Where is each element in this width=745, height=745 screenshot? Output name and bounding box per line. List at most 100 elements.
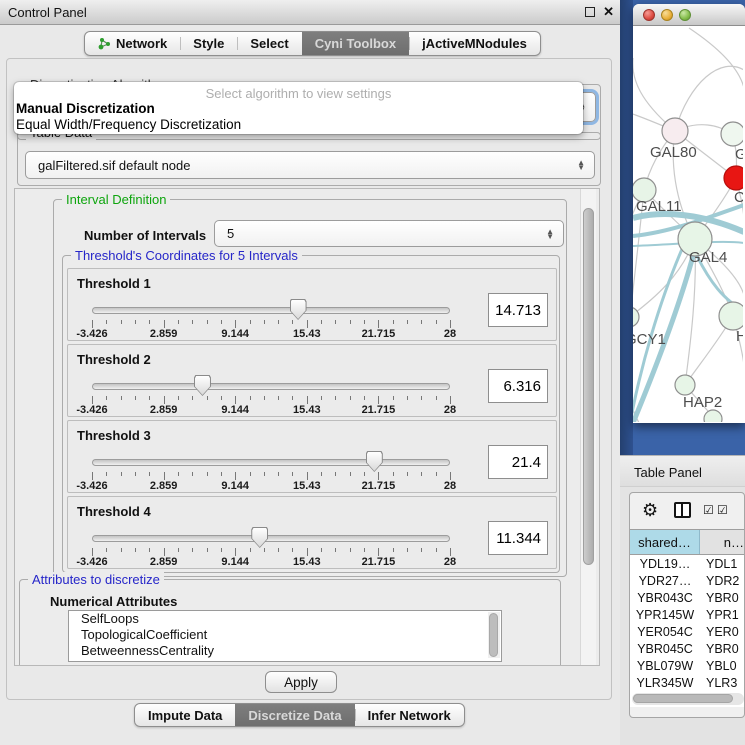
- tab-label: Network: [116, 36, 167, 51]
- tab-label: Select: [250, 36, 288, 51]
- network-node[interactable]: [721, 122, 743, 146]
- table-data-combobox[interactable]: galFiltered.sif default node ▲▼: [25, 151, 595, 179]
- table-cell: YDL19…: [630, 555, 700, 572]
- table-row[interactable]: YDR27… YDR2: [630, 572, 745, 589]
- network-icon: [98, 37, 111, 50]
- column-header-name[interactable]: n…: [700, 530, 745, 554]
- table-row[interactable]: YER054C YER0: [630, 623, 745, 640]
- slider-track[interactable]: [92, 459, 450, 466]
- table-cell: YPR145W: [630, 606, 700, 623]
- table-cell: YDR27…: [630, 572, 700, 589]
- tab-label: Style: [193, 36, 224, 51]
- slider-ticks: [92, 548, 450, 556]
- network-node[interactable]: [704, 410, 722, 422]
- tab-impute-data[interactable]: Impute Data: [135, 704, 235, 726]
- network-graph: GAL80 GA GAL11 C GAL4 GCY1 H HAP2: [633, 26, 743, 422]
- table-panel-area: ⚙ ☑ ☑ shared… n… YDL19… YDL1 YDR27… YDR2…: [620, 487, 745, 745]
- close-icon[interactable]: ✕: [603, 4, 614, 20]
- tab-network[interactable]: Network: [85, 32, 180, 55]
- stepper-arrows-icon: ▲▼: [577, 160, 585, 170]
- table-row[interactable]: YPR145W YPR1: [630, 606, 745, 623]
- gear-icon[interactable]: ⚙: [642, 500, 658, 521]
- slider-track[interactable]: [92, 383, 450, 390]
- table-row[interactable]: YBR043C YBR0: [630, 589, 745, 606]
- tab-label: Discretize Data: [248, 708, 341, 723]
- zoom-traffic-light[interactable]: [679, 9, 691, 21]
- tab-infer-network[interactable]: Infer Network: [355, 704, 464, 726]
- threshold-value-input[interactable]: 6.316: [488, 369, 548, 403]
- network-canvas[interactable]: GAL80 GA GAL11 C GAL4 GCY1 H HAP2: [633, 26, 743, 422]
- table-horizontal-scrollbar[interactable]: [632, 693, 744, 705]
- popup-placeholder: Select algorithm to view settings: [14, 82, 583, 101]
- slider-tick-labels: -3.426 2.859 9.144 15.43 21.715 28: [92, 556, 450, 568]
- slider-ticks: [92, 472, 450, 480]
- tab-label: Infer Network: [368, 708, 451, 723]
- tick-label: 15.43: [293, 480, 321, 492]
- tab-select[interactable]: Select: [237, 32, 301, 55]
- network-node[interactable]: [675, 375, 695, 395]
- column-header-shared-name[interactable]: shared…: [630, 530, 700, 554]
- slider-thumb[interactable]: [251, 527, 268, 548]
- slider-track[interactable]: [92, 535, 450, 542]
- minimize-traffic-light[interactable]: [661, 9, 673, 21]
- settings-scrollbar[interactable]: [580, 189, 596, 665]
- tick-label: 9.144: [221, 328, 249, 340]
- tab-cyni-toolbox[interactable]: Cyni Toolbox: [302, 32, 409, 55]
- threshold-value-input[interactable]: 14.713: [488, 293, 548, 327]
- tick-label: 2.859: [150, 556, 178, 568]
- table-cell: YDL1: [700, 555, 745, 572]
- list-item[interactable]: SelfLoops: [69, 611, 501, 627]
- table-row[interactable]: YBR045C YBR0: [630, 640, 745, 657]
- split-columns-icon[interactable]: [674, 502, 691, 518]
- popup-option-equal-width[interactable]: Equal Width/Frequency Discretization: [14, 117, 583, 133]
- table-row[interactable]: YDL19… YDL1: [630, 555, 745, 572]
- group-title: Attributes to discretize: [28, 572, 164, 587]
- table-cell: YER054C: [630, 623, 700, 640]
- table-data-group: Table Data galFiltered.sif default node …: [17, 132, 601, 186]
- float-window-icon[interactable]: [585, 7, 595, 17]
- node-label: C: [734, 189, 743, 206]
- table-cell: YBR043C: [630, 589, 700, 606]
- table-row[interactable]: YBL079W YBL0: [630, 657, 745, 674]
- node-label: GCY1: [633, 331, 666, 348]
- list-item[interactable]: BetweennessCentrality: [69, 643, 501, 659]
- table-cell: YDR2: [700, 572, 745, 589]
- list-item[interactable]: TopologicalCoefficient: [69, 627, 501, 643]
- network-node-selected[interactable]: [724, 166, 743, 190]
- list-scrollbar[interactable]: [488, 612, 500, 658]
- slider-thumb[interactable]: [194, 375, 211, 396]
- slider-track[interactable]: [92, 307, 450, 314]
- tab-discretize-data[interactable]: Discretize Data: [235, 704, 354, 726]
- tick-label: 9.144: [221, 480, 249, 492]
- table-row[interactable]: YLR345W YLR3: [630, 674, 745, 691]
- table-cell: YBR0: [700, 640, 745, 657]
- threshold-value-input[interactable]: 21.4: [488, 445, 548, 479]
- threshold-value-input[interactable]: 11.344: [488, 521, 548, 555]
- network-node[interactable]: [719, 302, 743, 330]
- network-window-titlebar: [633, 4, 745, 26]
- tick-label: -3.426: [76, 480, 107, 492]
- close-traffic-light[interactable]: [643, 9, 655, 21]
- tick-label: 28: [444, 328, 456, 340]
- attribute-browser: ⚙ ☑ ☑ shared… n… YDL19… YDL1 YDR27… YDR2…: [629, 492, 745, 718]
- slider-thumb[interactable]: [290, 299, 307, 320]
- desktop-edge: [620, 0, 633, 455]
- popup-option-manual-discretization[interactable]: Manual Discretization: [14, 101, 583, 117]
- slider-thumb[interactable]: [366, 451, 383, 472]
- checkbox-icon[interactable]: ☑: [717, 503, 728, 517]
- apply-button[interactable]: Apply: [265, 671, 337, 693]
- threshold-block: Threshold 3 -3.426 2.859 9.144 15.43 21.…: [67, 420, 557, 493]
- tick-label: 9.144: [221, 556, 249, 568]
- tick-label: 15.43: [293, 556, 321, 568]
- tab-style[interactable]: Style: [180, 32, 237, 55]
- tick-label: 15.43: [293, 404, 321, 416]
- checkbox-icon[interactable]: ☑: [703, 503, 714, 517]
- threshold-block: Threshold 1 -3.426 2.859 9.144 15.43 21.…: [67, 268, 557, 341]
- tab-jactivemnodules[interactable]: jActiveMNodules: [409, 32, 540, 55]
- num-intervals-combobox[interactable]: 5 ▲▼: [214, 220, 564, 247]
- network-node[interactable]: [662, 118, 688, 144]
- tick-label: 9.144: [221, 404, 249, 416]
- table-cell: YBL079W: [630, 657, 700, 674]
- node-label: GAL80: [650, 144, 697, 161]
- tab-label: Cyni Toolbox: [315, 36, 396, 51]
